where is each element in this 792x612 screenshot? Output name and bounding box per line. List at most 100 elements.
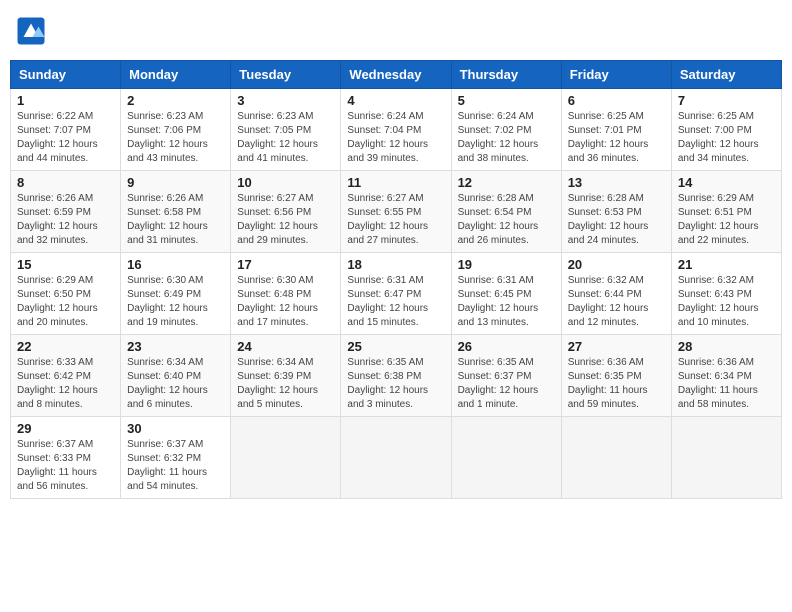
day-number: 5 [458, 93, 555, 108]
calendar-day-16: 16 Sunrise: 6:30 AMSunset: 6:49 PMDaylig… [121, 253, 231, 335]
day-info: Sunrise: 6:30 AMSunset: 6:48 PMDaylight:… [237, 274, 334, 330]
day-number: 29 [17, 421, 114, 436]
calendar-day-24: 24 Sunrise: 6:34 AMSunset: 6:39 PMDaylig… [231, 335, 341, 417]
calendar-table: SundayMondayTuesdayWednesdayThursdayFrid… [10, 60, 782, 499]
day-info: Sunrise: 6:34 AMSunset: 6:39 PMDaylight:… [237, 356, 334, 412]
day-number: 2 [127, 93, 224, 108]
day-number: 18 [347, 257, 444, 272]
calendar-day-30: 30 Sunrise: 6:37 AMSunset: 6:32 PMDaylig… [121, 417, 231, 499]
calendar-day-27: 27 Sunrise: 6:36 AMSunset: 6:35 PMDaylig… [561, 335, 671, 417]
calendar-day-7: 7 Sunrise: 6:25 AMSunset: 7:00 PMDayligh… [671, 89, 781, 171]
day-number: 19 [458, 257, 555, 272]
logo [10, 10, 56, 52]
calendar-day-19: 19 Sunrise: 6:31 AMSunset: 6:45 PMDaylig… [451, 253, 561, 335]
day-info: Sunrise: 6:35 AMSunset: 6:37 PMDaylight:… [458, 356, 555, 412]
day-info: Sunrise: 6:26 AMSunset: 6:58 PMDaylight:… [127, 192, 224, 248]
day-number: 15 [17, 257, 114, 272]
day-info: Sunrise: 6:23 AMSunset: 7:06 PMDaylight:… [127, 110, 224, 166]
calendar-day-2: 2 Sunrise: 6:23 AMSunset: 7:06 PMDayligh… [121, 89, 231, 171]
day-info: Sunrise: 6:25 AMSunset: 7:01 PMDaylight:… [568, 110, 665, 166]
day-info: Sunrise: 6:25 AMSunset: 7:00 PMDaylight:… [678, 110, 775, 166]
calendar-day-6: 6 Sunrise: 6:25 AMSunset: 7:01 PMDayligh… [561, 89, 671, 171]
day-number: 14 [678, 175, 775, 190]
day-number: 13 [568, 175, 665, 190]
day-info: Sunrise: 6:32 AMSunset: 6:43 PMDaylight:… [678, 274, 775, 330]
day-number: 30 [127, 421, 224, 436]
empty-cell [451, 417, 561, 499]
day-number: 6 [568, 93, 665, 108]
day-info: Sunrise: 6:28 AMSunset: 6:54 PMDaylight:… [458, 192, 555, 248]
day-number: 11 [347, 175, 444, 190]
empty-cell [231, 417, 341, 499]
day-number: 22 [17, 339, 114, 354]
calendar-day-14: 14 Sunrise: 6:29 AMSunset: 6:51 PMDaylig… [671, 171, 781, 253]
day-info: Sunrise: 6:36 AMSunset: 6:35 PMDaylight:… [568, 356, 665, 412]
day-info: Sunrise: 6:32 AMSunset: 6:44 PMDaylight:… [568, 274, 665, 330]
calendar-day-18: 18 Sunrise: 6:31 AMSunset: 6:47 PMDaylig… [341, 253, 451, 335]
day-info: Sunrise: 6:27 AMSunset: 6:55 PMDaylight:… [347, 192, 444, 248]
day-info: Sunrise: 6:23 AMSunset: 7:05 PMDaylight:… [237, 110, 334, 166]
day-number: 24 [237, 339, 334, 354]
empty-cell [341, 417, 451, 499]
calendar-day-10: 10 Sunrise: 6:27 AMSunset: 6:56 PMDaylig… [231, 171, 341, 253]
day-info: Sunrise: 6:29 AMSunset: 6:51 PMDaylight:… [678, 192, 775, 248]
day-number: 4 [347, 93, 444, 108]
empty-cell [671, 417, 781, 499]
calendar-day-5: 5 Sunrise: 6:24 AMSunset: 7:02 PMDayligh… [451, 89, 561, 171]
day-number: 16 [127, 257, 224, 272]
calendar-day-23: 23 Sunrise: 6:34 AMSunset: 6:40 PMDaylig… [121, 335, 231, 417]
calendar-day-3: 3 Sunrise: 6:23 AMSunset: 7:05 PMDayligh… [231, 89, 341, 171]
day-number: 25 [347, 339, 444, 354]
day-info: Sunrise: 6:37 AMSunset: 6:32 PMDaylight:… [127, 438, 224, 494]
calendar-day-21: 21 Sunrise: 6:32 AMSunset: 6:43 PMDaylig… [671, 253, 781, 335]
day-info: Sunrise: 6:31 AMSunset: 6:45 PMDaylight:… [458, 274, 555, 330]
day-info: Sunrise: 6:28 AMSunset: 6:53 PMDaylight:… [568, 192, 665, 248]
day-number: 12 [458, 175, 555, 190]
logo-icon [16, 16, 46, 46]
weekday-header-thursday: Thursday [451, 61, 561, 89]
day-info: Sunrise: 6:29 AMSunset: 6:50 PMDaylight:… [17, 274, 114, 330]
day-info: Sunrise: 6:24 AMSunset: 7:04 PMDaylight:… [347, 110, 444, 166]
day-info: Sunrise: 6:36 AMSunset: 6:34 PMDaylight:… [678, 356, 775, 412]
calendar-day-17: 17 Sunrise: 6:30 AMSunset: 6:48 PMDaylig… [231, 253, 341, 335]
day-info: Sunrise: 6:30 AMSunset: 6:49 PMDaylight:… [127, 274, 224, 330]
calendar-header-row: SundayMondayTuesdayWednesdayThursdayFrid… [11, 61, 782, 89]
day-info: Sunrise: 6:22 AMSunset: 7:07 PMDaylight:… [17, 110, 114, 166]
calendar-day-15: 15 Sunrise: 6:29 AMSunset: 6:50 PMDaylig… [11, 253, 121, 335]
day-number: 26 [458, 339, 555, 354]
calendar-day-26: 26 Sunrise: 6:35 AMSunset: 6:37 PMDaylig… [451, 335, 561, 417]
weekday-header-friday: Friday [561, 61, 671, 89]
day-info: Sunrise: 6:24 AMSunset: 7:02 PMDaylight:… [458, 110, 555, 166]
day-info: Sunrise: 6:35 AMSunset: 6:38 PMDaylight:… [347, 356, 444, 412]
day-info: Sunrise: 6:26 AMSunset: 6:59 PMDaylight:… [17, 192, 114, 248]
day-info: Sunrise: 6:31 AMSunset: 6:47 PMDaylight:… [347, 274, 444, 330]
calendar-day-13: 13 Sunrise: 6:28 AMSunset: 6:53 PMDaylig… [561, 171, 671, 253]
calendar-week-4: 22 Sunrise: 6:33 AMSunset: 6:42 PMDaylig… [11, 335, 782, 417]
weekday-header-sunday: Sunday [11, 61, 121, 89]
day-info: Sunrise: 6:34 AMSunset: 6:40 PMDaylight:… [127, 356, 224, 412]
calendar-week-3: 15 Sunrise: 6:29 AMSunset: 6:50 PMDaylig… [11, 253, 782, 335]
day-info: Sunrise: 6:33 AMSunset: 6:42 PMDaylight:… [17, 356, 114, 412]
calendar-day-28: 28 Sunrise: 6:36 AMSunset: 6:34 PMDaylig… [671, 335, 781, 417]
empty-cell [561, 417, 671, 499]
day-number: 1 [17, 93, 114, 108]
day-number: 9 [127, 175, 224, 190]
calendar-week-1: 1 Sunrise: 6:22 AMSunset: 7:07 PMDayligh… [11, 89, 782, 171]
calendar-day-25: 25 Sunrise: 6:35 AMSunset: 6:38 PMDaylig… [341, 335, 451, 417]
day-number: 7 [678, 93, 775, 108]
calendar-day-20: 20 Sunrise: 6:32 AMSunset: 6:44 PMDaylig… [561, 253, 671, 335]
calendar-day-29: 29 Sunrise: 6:37 AMSunset: 6:33 PMDaylig… [11, 417, 121, 499]
day-info: Sunrise: 6:37 AMSunset: 6:33 PMDaylight:… [17, 438, 114, 494]
calendar-day-1: 1 Sunrise: 6:22 AMSunset: 7:07 PMDayligh… [11, 89, 121, 171]
calendar-day-22: 22 Sunrise: 6:33 AMSunset: 6:42 PMDaylig… [11, 335, 121, 417]
day-info: Sunrise: 6:27 AMSunset: 6:56 PMDaylight:… [237, 192, 334, 248]
weekday-header-wednesday: Wednesday [341, 61, 451, 89]
calendar-day-11: 11 Sunrise: 6:27 AMSunset: 6:55 PMDaylig… [341, 171, 451, 253]
calendar-day-8: 8 Sunrise: 6:26 AMSunset: 6:59 PMDayligh… [11, 171, 121, 253]
day-number: 3 [237, 93, 334, 108]
day-number: 10 [237, 175, 334, 190]
weekday-header-monday: Monday [121, 61, 231, 89]
calendar-day-9: 9 Sunrise: 6:26 AMSunset: 6:58 PMDayligh… [121, 171, 231, 253]
page-header [10, 10, 782, 52]
weekday-header-tuesday: Tuesday [231, 61, 341, 89]
